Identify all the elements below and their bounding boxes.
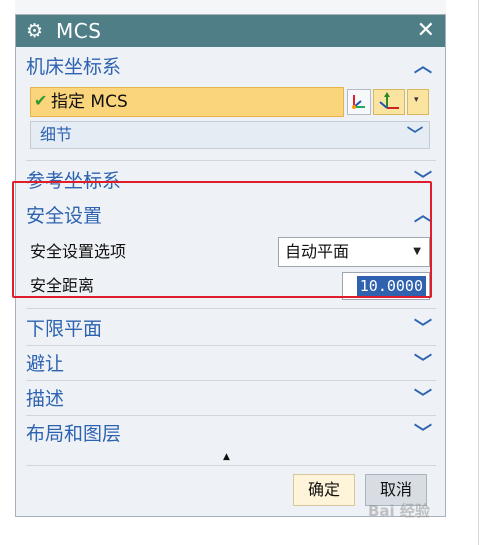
section-title: 下限平面 xyxy=(26,318,103,340)
chevron-up-icon[interactable]: ︿ xyxy=(414,52,432,82)
right-margin xyxy=(450,0,486,545)
section-reference-csys[interactable]: 参考坐标系 ﹀ xyxy=(26,166,436,196)
chevron-down-icon[interactable]: ﹀ xyxy=(414,384,432,414)
details-label: 细节 xyxy=(40,125,73,144)
title-bar[interactable]: ⚙ MCS ✕ xyxy=(16,15,445,47)
chevron-down-icon[interactable]: ﹀ xyxy=(414,349,432,379)
section-avoidance[interactable]: 避让 ﹀ xyxy=(26,349,436,379)
chevron-down-icon: ▼ xyxy=(413,246,421,257)
section-title: 安全设置 xyxy=(26,205,103,227)
clearance-distance-input[interactable]: 10.0000 xyxy=(342,272,430,300)
chevron-down-icon[interactable]: ﹀ xyxy=(414,419,432,449)
section-title: 避让 xyxy=(26,353,65,375)
csys-dialog-button[interactable] xyxy=(347,89,371,115)
divider xyxy=(26,380,436,381)
chevron-down-icon[interactable]: ﹀ xyxy=(414,166,432,196)
dialog-title: MCS xyxy=(56,19,102,43)
ok-button[interactable]: 确定 xyxy=(293,474,355,506)
chevron-up-icon[interactable]: ︿ xyxy=(414,201,432,231)
divider xyxy=(26,160,436,161)
specify-mcs-label: 指定 MCS xyxy=(51,92,128,112)
watermark-text: Bai 经验 xyxy=(368,502,430,520)
divider xyxy=(26,465,436,466)
chevron-down-icon[interactable]: ﹀ xyxy=(407,123,423,147)
divider xyxy=(26,345,436,346)
section-description[interactable]: 描述 ﹀ xyxy=(26,384,436,414)
section-title: 布局和图层 xyxy=(26,423,122,445)
csys-icon xyxy=(352,95,365,109)
details-subsection[interactable]: 细节 ﹀ xyxy=(30,121,430,149)
axis-icon xyxy=(379,92,399,109)
collapse-arrow-icon[interactable]: ▲ xyxy=(223,452,230,462)
clearance-distance-value: 10.0000 xyxy=(356,276,426,296)
close-icon[interactable]: ✕ xyxy=(417,18,435,44)
specify-mcs-row[interactable]: ✔ 指定 MCS xyxy=(30,87,344,117)
chevron-down-icon[interactable]: ﹀ xyxy=(414,314,432,344)
gear-icon: ⚙ xyxy=(26,20,44,42)
chevron-down-icon: ▾ xyxy=(414,95,419,105)
section-lower-limit-plane[interactable]: 下限平面 ﹀ xyxy=(26,314,436,344)
clearance-option-select[interactable]: 自动平面 ▼ xyxy=(278,237,430,267)
section-machine-csys[interactable]: 机床坐标系 ︿ xyxy=(26,52,436,82)
divider xyxy=(26,415,436,416)
section-title: 参考坐标系 xyxy=(26,170,122,192)
section-title: 描述 xyxy=(26,388,65,410)
check-icon: ✔ xyxy=(34,91,48,110)
clearance-distance-label: 安全距离 xyxy=(30,276,95,295)
window-top-strip xyxy=(15,0,446,14)
mcs-dialog: ⚙ MCS ✕ 机床坐标系 ︿ ✔ 指定 MCS ▾ 细节 ﹀ 参考坐标系 ﹀ … xyxy=(15,14,446,517)
clearance-option-label: 安全设置选项 xyxy=(30,242,127,261)
divider xyxy=(478,0,479,545)
section-title: 机床坐标系 xyxy=(26,56,122,78)
csys-dropdown-button[interactable]: ▾ xyxy=(407,89,429,115)
divider xyxy=(26,308,436,309)
section-clearance[interactable]: 安全设置 ︿ xyxy=(26,201,436,231)
clearance-option-value: 自动平面 xyxy=(285,242,350,261)
csys-inferred-button[interactable] xyxy=(373,89,405,115)
section-layout-layers[interactable]: 布局和图层 ﹀ xyxy=(26,419,436,449)
